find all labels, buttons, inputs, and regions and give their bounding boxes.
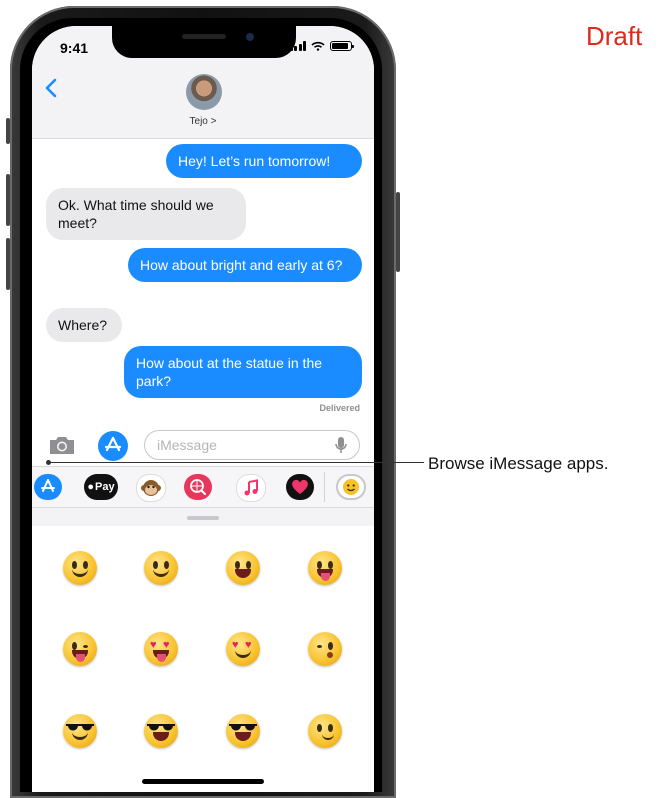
app-store-button[interactable] — [98, 431, 128, 461]
sticker-sunglasses[interactable] — [226, 714, 260, 748]
message-bubble-incoming[interactable]: Where? — [46, 308, 122, 342]
front-camera — [246, 33, 254, 41]
apple-pay-label: Pay — [95, 481, 115, 493]
callout-line — [48, 462, 424, 463]
home-indicator[interactable] — [142, 779, 264, 784]
message-bubble-outgoing[interactable]: How about bright and early at 6? — [128, 248, 362, 282]
monkey-icon — [141, 480, 161, 496]
images-app[interactable] — [184, 474, 212, 500]
contact-avatar[interactable] — [186, 74, 222, 110]
apple-pay-icon: ● — [87, 481, 95, 493]
app-store-app[interactable] — [34, 474, 62, 500]
status-icons — [289, 41, 354, 51]
status-time: 9:41 — [60, 40, 89, 56]
heart-icon — [292, 479, 308, 494]
side-button — [396, 192, 400, 272]
message-bubble-outgoing[interactable]: How about at the statue in the park? — [124, 346, 362, 398]
sticker-heart-eyes[interactable]: ♥ ♥ — [144, 632, 178, 666]
delivered-label: Delivered — [319, 403, 360, 413]
message-bubble-incoming[interactable]: Ok. What time should we meet? — [46, 188, 246, 240]
notch — [112, 26, 296, 58]
callout-label: Browse iMessage apps. — [428, 454, 609, 473]
wifi-icon — [311, 41, 325, 51]
back-chevron-icon[interactable] — [44, 78, 58, 98]
contact-name[interactable]: Tejo > — [32, 116, 374, 127]
sticker-smile[interactable] — [144, 551, 178, 585]
sticker-heart-eyes[interactable]: ♥ ♥ — [226, 632, 260, 666]
drawer-grab-handle[interactable] — [187, 516, 219, 520]
callout-dot — [46, 460, 51, 465]
globe-search-icon — [190, 479, 206, 495]
volume-down-button — [6, 238, 10, 290]
mute-switch — [6, 118, 10, 144]
sticker-tongue-wink[interactable] — [63, 632, 97, 666]
animoji-app[interactable] — [136, 474, 166, 502]
microphone-icon[interactable] — [334, 436, 348, 454]
message-bubble-outgoing[interactable]: Hey! Let’s run tomorrow! — [166, 144, 362, 178]
draft-watermark: Draft — [586, 21, 643, 51]
camera-icon[interactable] — [48, 434, 76, 456]
sticker-smirk[interactable] — [308, 714, 342, 748]
sticker-sunglasses[interactable] — [144, 714, 178, 748]
message-input[interactable] — [144, 430, 360, 460]
sticker-smile[interactable] — [63, 551, 97, 585]
sticker-sunglasses[interactable] — [63, 714, 97, 748]
signal-icon — [289, 41, 306, 51]
smiley-icon — [343, 479, 359, 495]
strip-divider — [324, 472, 325, 502]
sticker-tongue[interactable] — [308, 551, 342, 585]
volume-up-button — [6, 174, 10, 226]
appstore-icon — [41, 479, 55, 492]
music-app[interactable] — [236, 474, 266, 502]
speaker — [182, 34, 226, 39]
apple-pay-app[interactable]: ● Pay — [84, 474, 118, 500]
digital-touch-app[interactable] — [286, 474, 314, 500]
music-note-icon — [244, 479, 258, 496]
sticker-grin[interactable] — [226, 551, 260, 585]
sticker-wink-kiss[interactable] — [308, 632, 342, 666]
screen: 9:41 Tejo > Hey! Let’s run tomorrow! Ok.… — [32, 26, 374, 792]
battery-icon — [330, 41, 354, 51]
memoji-stickers-app[interactable] — [336, 474, 366, 500]
appstore-icon — [104, 436, 122, 452]
